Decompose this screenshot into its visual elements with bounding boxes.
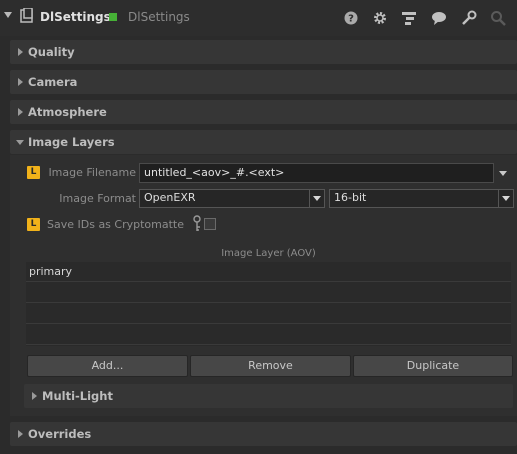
cryptomatte-checkbox[interactable] <box>204 218 216 230</box>
section-multi-light[interactable]: Multi-Light <box>24 384 513 408</box>
list-item[interactable] <box>26 304 511 324</box>
lock-badge-icon[interactable]: L <box>27 218 40 231</box>
chevron-down-icon <box>309 190 324 207</box>
node-title: DlSettings <box>40 10 111 24</box>
add-button[interactable]: Add... <box>27 355 188 377</box>
expand-arrow-icon <box>18 430 23 438</box>
collapse-arrow-icon <box>16 140 24 145</box>
list-item-label: primary <box>29 265 73 278</box>
section-label: Overrides <box>28 427 92 441</box>
comment-icon[interactable] <box>431 10 447 26</box>
list-item[interactable] <box>26 283 511 303</box>
bit-depth-value: 16-bit <box>334 191 367 204</box>
section-label: Atmosphere <box>28 105 107 119</box>
list-item[interactable] <box>26 325 511 345</box>
collapse-header-icon[interactable] <box>4 12 12 18</box>
section-label: Camera <box>28 75 78 89</box>
question-icon[interactable]: ? <box>343 10 359 26</box>
section-quality[interactable]: Quality <box>10 40 517 64</box>
filename-dropdown-icon[interactable] <box>499 171 507 177</box>
expand-arrow-icon <box>18 108 23 116</box>
node-type-icon <box>20 8 33 23</box>
image-filename-label: Image Filename <box>48 166 136 179</box>
aov-list-header: Image Layer (AOV) <box>221 248 316 259</box>
section-label: Multi-Light <box>42 389 113 403</box>
section-overrides[interactable]: Overrides <box>10 422 517 446</box>
image-format-select[interactable]: OpenEXR <box>139 189 325 208</box>
cryptomatte-label: Save IDs as Cryptomatte <box>47 218 184 231</box>
status-indicator[interactable] <box>109 13 117 21</box>
section-label: Image Layers <box>28 135 115 149</box>
search-icon[interactable] <box>490 10 506 26</box>
aov-list[interactable]: primary <box>26 262 511 346</box>
node-name: DlSettings <box>128 10 190 24</box>
chevron-down-icon <box>498 190 513 207</box>
expand-arrow-icon <box>32 392 37 400</box>
expand-arrow-icon <box>18 48 23 56</box>
svg-text:?: ? <box>348 14 354 25</box>
list-item[interactable]: primary <box>26 262 511 282</box>
remove-button[interactable]: Remove <box>190 355 351 377</box>
key-icon <box>193 215 201 231</box>
expand-arrow-icon <box>18 78 23 86</box>
section-image-layers[interactable]: Image Layers <box>10 130 517 154</box>
wrench-icon[interactable] <box>461 10 477 26</box>
section-label: Quality <box>28 45 75 59</box>
section-atmosphere[interactable]: Atmosphere <box>10 100 517 124</box>
lock-badge-icon[interactable]: L <box>27 166 40 179</box>
image-format-label: Image Format <box>59 192 136 205</box>
image-format-value: OpenEXR <box>144 191 196 204</box>
section-camera[interactable]: Camera <box>10 70 517 94</box>
node-graph-icon[interactable] <box>401 10 417 26</box>
image-filename-field[interactable]: untitled_<aov>_#.<ext> <box>139 163 494 183</box>
gear-icon[interactable] <box>372 10 388 26</box>
bit-depth-select[interactable]: 16-bit <box>329 189 514 208</box>
duplicate-button[interactable]: Duplicate <box>353 355 513 377</box>
